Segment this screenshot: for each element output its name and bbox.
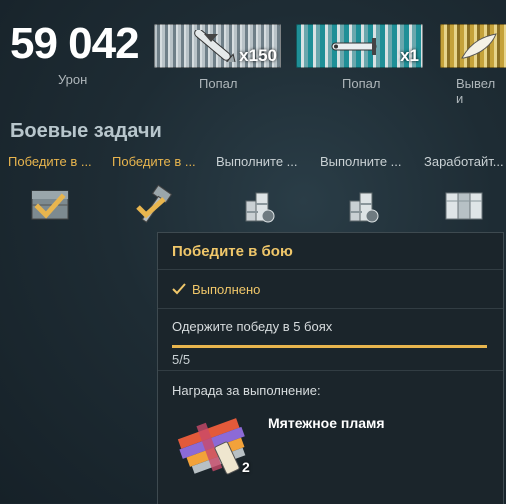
task-label[interactable]: Заработайт... bbox=[424, 154, 504, 169]
torpedo-hit-icon bbox=[194, 30, 237, 62]
coins-icon[interactable] bbox=[238, 183, 282, 227]
hammer-check-icon[interactable] bbox=[132, 183, 176, 227]
popup-title: Победите в бою bbox=[172, 242, 293, 260]
task-label[interactable]: Выполните ... bbox=[216, 154, 298, 169]
reward-name: Мятежное пламя bbox=[268, 415, 385, 431]
crate-check-icon[interactable] bbox=[28, 183, 72, 227]
reward-count: 2 bbox=[242, 459, 250, 475]
task-label[interactable]: Выполните ... bbox=[320, 154, 402, 169]
medal-count: x1 bbox=[400, 46, 419, 65]
task-detail-popup: Победите в бою Выполнено Одержите победу… bbox=[157, 232, 504, 504]
reward-label: Награда за выполнение: bbox=[172, 383, 321, 398]
task-label[interactable]: Победите в ... bbox=[8, 154, 92, 169]
medal-feather[interactable] bbox=[440, 24, 506, 68]
status-text: Выполнено bbox=[192, 281, 261, 297]
damage-label: Урон bbox=[58, 72, 88, 87]
torpedo-icon bbox=[331, 38, 377, 55]
checkmark-icon bbox=[172, 283, 186, 295]
medal-count: x150 bbox=[239, 46, 277, 65]
damage-value: 59 042 bbox=[10, 19, 140, 68]
progress-bar bbox=[172, 345, 487, 348]
coins-icon[interactable] bbox=[342, 183, 386, 227]
medal-label: Попал bbox=[342, 76, 381, 91]
medal-label: Вывел и bbox=[456, 76, 496, 106]
medal-torpedo[interactable]: x1 bbox=[296, 24, 423, 68]
combat-tasks-title: Боевые задачи bbox=[10, 120, 162, 142]
task-label[interactable]: Победите в ... bbox=[112, 154, 196, 169]
medal-torpedo-hit[interactable]: x150 bbox=[154, 24, 281, 68]
feather-icon bbox=[461, 33, 497, 59]
progress-fill bbox=[172, 345, 487, 348]
progress-count: 5/5 bbox=[172, 352, 191, 367]
medal-label: Попал bbox=[199, 76, 238, 91]
container-icon[interactable] bbox=[442, 183, 486, 227]
task-description: Одержите победу в 5 боях bbox=[172, 319, 333, 334]
